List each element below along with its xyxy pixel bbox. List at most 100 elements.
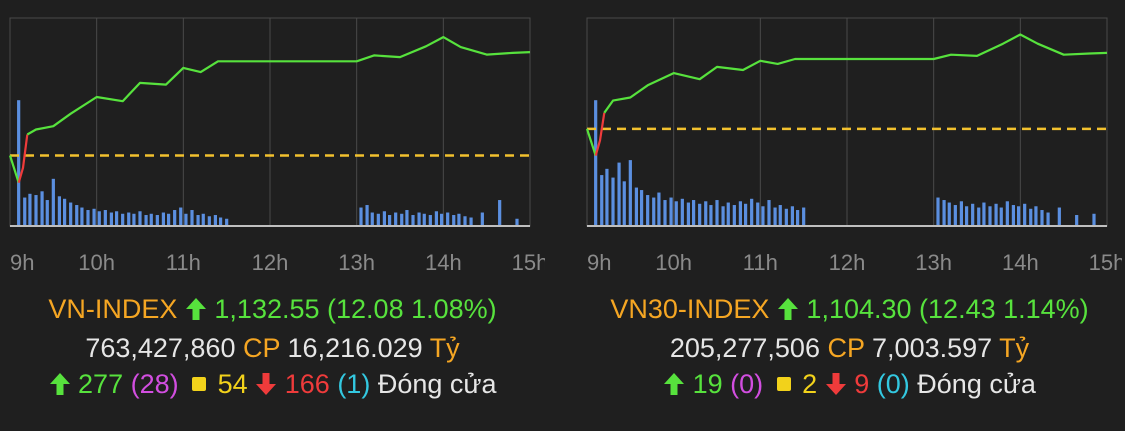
volume-bar bbox=[132, 213, 136, 225]
volume-bar bbox=[1046, 212, 1050, 225]
volume-bar bbox=[1005, 201, 1009, 225]
turnover-value: 7,003.597 bbox=[872, 333, 993, 363]
volume-bar bbox=[434, 211, 438, 225]
volume-bar bbox=[370, 212, 374, 225]
volume-bar bbox=[802, 207, 806, 225]
volume-bar bbox=[622, 181, 626, 225]
volume-bar bbox=[417, 212, 421, 225]
volume-bar bbox=[149, 213, 153, 225]
ceiling-count: (0) bbox=[730, 369, 764, 399]
volume-bar bbox=[201, 213, 205, 225]
volume-bar bbox=[657, 192, 661, 225]
x-tick-label: 9h bbox=[10, 250, 34, 275]
volume-bar bbox=[75, 205, 79, 225]
volume-bar bbox=[756, 202, 760, 225]
volume-bar bbox=[1029, 208, 1033, 225]
index-line-up bbox=[26, 36, 531, 136]
volume-bar bbox=[680, 198, 684, 225]
arrow-down-icon bbox=[256, 373, 277, 395]
volume-bar bbox=[400, 213, 404, 225]
turnover-value: 16,216.029 bbox=[287, 333, 423, 363]
volume-bar bbox=[103, 210, 107, 225]
x-tick-label: 14h bbox=[425, 250, 462, 275]
volume-bar bbox=[773, 207, 777, 225]
floor-count: (0) bbox=[876, 369, 910, 399]
volume-bar bbox=[45, 200, 49, 225]
volume-bar bbox=[761, 206, 765, 225]
volume-bar bbox=[784, 208, 788, 225]
volume-bar bbox=[480, 212, 484, 225]
volume-bar bbox=[144, 215, 148, 225]
volume-bar bbox=[709, 205, 713, 225]
volume-bar bbox=[947, 202, 951, 225]
market-status: Đóng cửa bbox=[377, 369, 497, 399]
decliners-count: 9 bbox=[854, 369, 870, 399]
volume-bar bbox=[1017, 206, 1021, 225]
volume-bar bbox=[97, 211, 101, 225]
volume-bar bbox=[161, 212, 165, 225]
volume-bar bbox=[190, 210, 194, 225]
volume-bar bbox=[796, 210, 800, 225]
volume-bar bbox=[17, 100, 21, 225]
volume-bar bbox=[594, 100, 598, 225]
volume-bar bbox=[63, 198, 67, 225]
volume-bar bbox=[179, 207, 183, 225]
volume-bar bbox=[23, 197, 27, 225]
volume-bar bbox=[86, 210, 90, 225]
breadth-line: 277 (28) 54 166 (1) Đóng cửa bbox=[0, 369, 545, 400]
volume-bar bbox=[652, 197, 656, 225]
volume-bar bbox=[463, 216, 467, 225]
volume-bar bbox=[109, 212, 113, 225]
x-tick-label: 13h bbox=[915, 250, 952, 275]
volume-bar bbox=[388, 215, 392, 225]
volume-bar bbox=[422, 213, 426, 225]
volume-bar bbox=[674, 201, 678, 225]
volume-bar bbox=[726, 202, 730, 225]
volume-bar bbox=[971, 203, 975, 225]
volume-bar bbox=[988, 206, 992, 225]
volume-bar bbox=[1011, 205, 1015, 225]
index-name: VN-INDEX bbox=[48, 294, 178, 324]
volume-bar bbox=[40, 191, 44, 225]
vn30-index-chart: 9h 10h 11h 12h 13h 14h 15h bbox=[585, 17, 1122, 275]
volume-bar bbox=[715, 200, 719, 225]
volume-bar bbox=[953, 205, 957, 225]
volume-bar bbox=[778, 205, 782, 225]
volume-bar bbox=[982, 202, 986, 225]
volume-bar bbox=[994, 203, 998, 225]
volume-bar bbox=[999, 207, 1003, 225]
volume-bar bbox=[977, 207, 981, 225]
x-tick-label: 15h bbox=[1089, 250, 1122, 275]
volume-value: 205,277,506 bbox=[669, 333, 820, 363]
volume-bar bbox=[382, 211, 386, 225]
volume-bar bbox=[646, 195, 650, 225]
volume-bar bbox=[600, 175, 604, 225]
volume-bar bbox=[138, 211, 142, 225]
volume-bar bbox=[959, 201, 963, 225]
volume-bar bbox=[394, 212, 398, 225]
x-tick-label: 14h bbox=[1002, 250, 1039, 275]
ceiling-count: (28) bbox=[130, 369, 179, 399]
x-tick-label: 13h bbox=[338, 250, 375, 275]
unchanged-square-icon bbox=[776, 377, 791, 391]
volume-bar bbox=[428, 215, 432, 225]
turnover-unit: Tỷ bbox=[999, 333, 1030, 363]
volume-bar bbox=[184, 213, 188, 225]
volume-bar bbox=[469, 217, 473, 225]
unchanged-count: 2 bbox=[802, 369, 818, 399]
volume-bar bbox=[790, 206, 794, 225]
volume-bar bbox=[498, 200, 502, 225]
arrow-up-icon bbox=[777, 298, 798, 320]
advancers-count: 277 bbox=[78, 369, 124, 399]
volume-bar bbox=[69, 202, 73, 225]
volume-bar bbox=[405, 210, 409, 225]
volume-line: 205,277,506 CP 7,003.597 Tỷ bbox=[577, 333, 1122, 364]
volume-bar bbox=[80, 207, 84, 225]
volume-bar bbox=[225, 218, 229, 225]
volume-bar bbox=[1092, 213, 1096, 225]
x-tick-label: 11h bbox=[166, 250, 201, 275]
volume-bar bbox=[1040, 210, 1044, 225]
volume-bar bbox=[698, 203, 702, 225]
volume-bar bbox=[1057, 207, 1061, 225]
index-change: (12.08 1.08%) bbox=[327, 294, 497, 324]
